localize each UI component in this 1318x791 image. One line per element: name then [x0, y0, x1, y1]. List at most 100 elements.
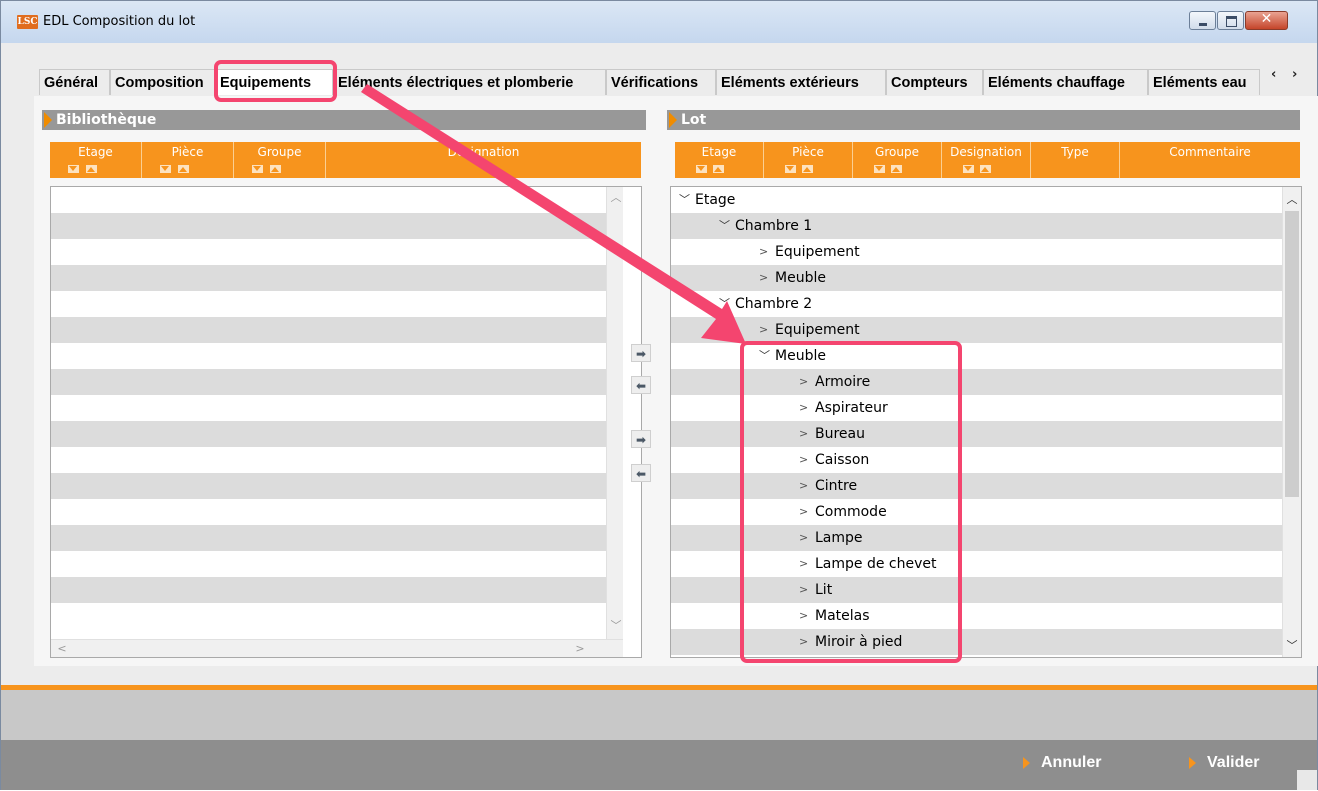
- sort-desc-icon[interactable]: [68, 165, 79, 173]
- maximize-button[interactable]: [1217, 11, 1244, 30]
- sort-asc-icon[interactable]: [980, 165, 991, 173]
- sort-asc-icon[interactable]: [270, 165, 281, 173]
- library-vertical-scrollbar[interactable]: ︿ ﹀: [606, 187, 623, 639]
- chevron-right-icon[interactable]: >: [799, 395, 808, 421]
- scroll-down-icon[interactable]: ﹀: [1283, 637, 1301, 653]
- chevron-right-icon[interactable]: >: [799, 577, 808, 603]
- tab-composition[interactable]: Composition: [110, 69, 215, 95]
- scroll-right-icon[interactable]: >: [571, 642, 589, 655]
- remove-all-button[interactable]: ⬅: [631, 464, 651, 482]
- table-row[interactable]: [51, 265, 606, 291]
- library-horizontal-scrollbar[interactable]: < >: [51, 639, 623, 657]
- chevron-right-icon[interactable]: >: [759, 317, 768, 343]
- lot-tree-grid[interactable]: ﹀ Etage ﹀ Chambre 1 > Equipement > Meuble ﹀ Chamb…: [670, 186, 1302, 658]
- tab-equipements[interactable]: Equipements: [215, 69, 333, 95]
- table-row[interactable]: [51, 499, 606, 525]
- add-selected-button[interactable]: ➡: [631, 344, 651, 362]
- tree-row[interactable]: > Miroir à pied: [671, 629, 1282, 655]
- cancel-button[interactable]: Annuler: [1023, 754, 1101, 772]
- minimize-button[interactable]: [1189, 11, 1216, 30]
- chevron-right-icon[interactable]: >: [799, 499, 808, 525]
- scroll-up-icon[interactable]: ︿: [607, 189, 625, 205]
- tab-elements-exterieurs[interactable]: Eléments extérieurs: [716, 69, 886, 95]
- tab-elements-eau[interactable]: Eléments eau: [1148, 69, 1260, 95]
- chevron-right-icon[interactable]: >: [799, 603, 808, 629]
- scroll-up-icon[interactable]: ︿: [1283, 191, 1301, 207]
- lot-col-commentaire[interactable]: Commentaire: [1120, 142, 1300, 178]
- table-row[interactable]: [51, 551, 606, 577]
- table-row[interactable]: [51, 395, 606, 421]
- tree-row[interactable]: > Commode: [671, 499, 1282, 525]
- chevron-right-icon[interactable]: >: [799, 629, 808, 655]
- chevron-down-icon[interactable]: ﹀: [679, 187, 690, 213]
- table-row[interactable]: [51, 447, 606, 473]
- sort-desc-icon[interactable]: [874, 165, 885, 173]
- scrollbar-thumb[interactable]: [1285, 211, 1299, 497]
- lot-col-groupe[interactable]: Groupe: [853, 142, 942, 178]
- tree-row[interactable]: > Meuble: [671, 265, 1282, 291]
- table-row[interactable]: [51, 187, 606, 213]
- sort-asc-icon[interactable]: [891, 165, 902, 173]
- tree-row[interactable]: > Caisson: [671, 447, 1282, 473]
- sort-desc-icon[interactable]: [785, 165, 796, 173]
- sort-asc-icon[interactable]: [86, 165, 97, 173]
- chevron-right-icon[interactable]: >: [799, 551, 808, 577]
- sort-asc-icon[interactable]: [802, 165, 813, 173]
- table-row[interactable]: [51, 577, 606, 603]
- lot-col-type[interactable]: Type: [1031, 142, 1120, 178]
- tree-row[interactable]: > Cintre: [671, 473, 1282, 499]
- tab-scroll-left-icon[interactable]: ‹: [1271, 67, 1276, 82]
- sort-desc-icon[interactable]: [252, 165, 263, 173]
- library-col-groupe[interactable]: Groupe: [234, 142, 326, 178]
- tree-row[interactable]: > Aspirateur: [671, 395, 1282, 421]
- scroll-left-icon[interactable]: <: [53, 642, 71, 655]
- remove-selected-button[interactable]: ⬅: [631, 376, 651, 394]
- chevron-down-icon[interactable]: ﹀: [719, 213, 730, 239]
- tree-row[interactable]: ﹀ Etage: [671, 187, 1282, 213]
- chevron-right-icon[interactable]: >: [799, 525, 808, 551]
- table-row[interactable]: [51, 213, 606, 239]
- tree-row[interactable]: ﹀ Chambre 2: [671, 291, 1282, 317]
- tree-row[interactable]: > Lit: [671, 577, 1282, 603]
- tab-elements-electriques[interactable]: Eléments électriques et plomberie: [333, 69, 606, 95]
- tree-row[interactable]: > Matelas: [671, 603, 1282, 629]
- table-row[interactable]: [51, 239, 606, 265]
- lot-col-designation[interactable]: Designation: [942, 142, 1031, 178]
- sort-asc-icon[interactable]: [178, 165, 189, 173]
- sort-desc-icon[interactable]: [696, 165, 707, 173]
- table-row[interactable]: [51, 369, 606, 395]
- chevron-down-icon[interactable]: ﹀: [719, 291, 730, 317]
- scroll-down-icon[interactable]: ﹀: [607, 617, 625, 633]
- chevron-right-icon[interactable]: >: [759, 239, 768, 265]
- validate-button[interactable]: Valider: [1189, 754, 1259, 772]
- chevron-right-icon[interactable]: >: [799, 421, 808, 447]
- chevron-right-icon[interactable]: >: [759, 265, 768, 291]
- tab-general[interactable]: Général: [39, 69, 110, 95]
- tab-elements-chauffage[interactable]: Eléments chauffage: [983, 69, 1148, 95]
- tree-row[interactable]: > Bureau: [671, 421, 1282, 447]
- tree-row[interactable]: > Lampe de chevet: [671, 551, 1282, 577]
- sort-asc-icon[interactable]: [713, 165, 724, 173]
- chevron-down-icon[interactable]: ﹀: [759, 343, 770, 369]
- lot-col-etage[interactable]: Etage: [675, 142, 764, 178]
- table-row[interactable]: [51, 473, 606, 499]
- table-row[interactable]: [51, 291, 606, 317]
- tree-row[interactable]: > Lampe: [671, 525, 1282, 551]
- sort-desc-icon[interactable]: [160, 165, 171, 173]
- table-row[interactable]: [51, 317, 606, 343]
- close-button[interactable]: ✕: [1245, 11, 1288, 30]
- tab-verifications[interactable]: Vérifications: [606, 69, 716, 95]
- table-row[interactable]: [51, 603, 606, 629]
- sort-desc-icon[interactable]: [963, 165, 974, 173]
- table-row[interactable]: [51, 525, 606, 551]
- tab-scroll-right-icon[interactable]: ›: [1292, 67, 1297, 82]
- tree-row[interactable]: ﹀ Chambre 1: [671, 213, 1282, 239]
- table-row[interactable]: [51, 343, 606, 369]
- tab-compteurs[interactable]: Compteurs: [886, 69, 983, 95]
- chevron-right-icon[interactable]: >: [799, 447, 808, 473]
- lot-vertical-scrollbar[interactable]: ︿ ﹀: [1282, 187, 1301, 657]
- chevron-right-icon[interactable]: >: [799, 473, 808, 499]
- library-col-piece[interactable]: Pièce: [142, 142, 234, 178]
- tree-row[interactable]: > Equipement: [671, 317, 1282, 343]
- chevron-right-icon[interactable]: >: [799, 369, 808, 395]
